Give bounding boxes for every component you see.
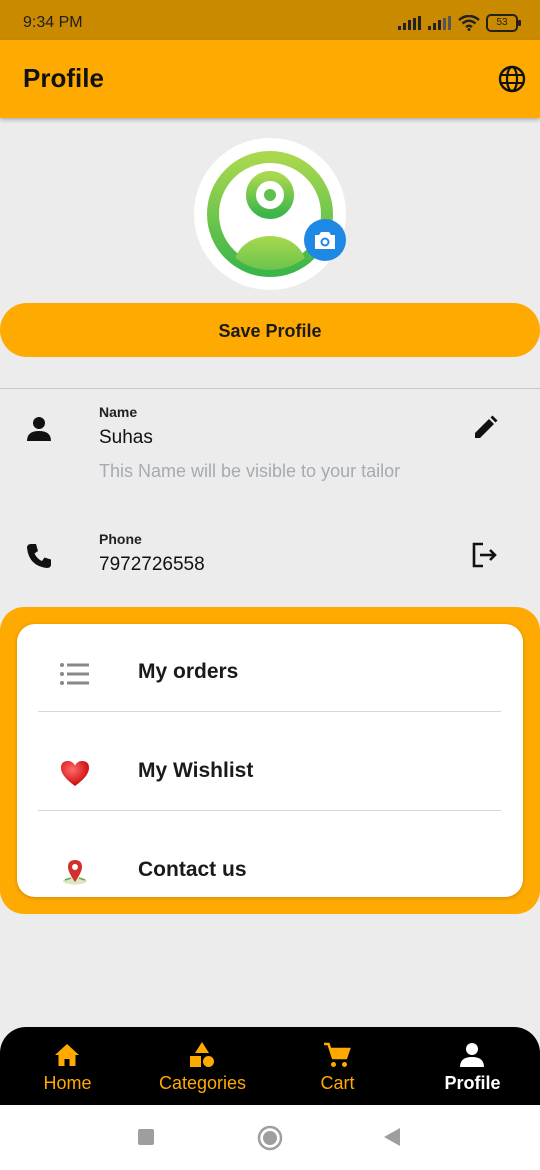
system-nav-bar [0, 1105, 540, 1170]
page-title: Profile [23, 63, 104, 93]
divider [0, 388, 540, 389]
menu-item-contact-us[interactable]: Contact us [17, 822, 523, 921]
nav-item-home[interactable]: Home [0, 1027, 135, 1105]
back-icon[interactable] [383, 1127, 401, 1147]
bottom-nav: Home Categories Cart Profile [0, 1027, 540, 1105]
phone-icon [27, 544, 51, 568]
menu-item-label: My orders [138, 660, 239, 683]
battery-icon: 53 [486, 14, 521, 32]
logout-icon[interactable] [471, 541, 499, 569]
user-avatar-icon [207, 151, 333, 277]
status-time: 9:34 PM [23, 14, 83, 31]
save-profile-button[interactable]: Save Profile [0, 303, 540, 357]
person-icon [27, 417, 51, 441]
heart-icon [61, 761, 89, 786]
nav-label: Home [43, 1073, 92, 1093]
globe-icon[interactable] [498, 65, 526, 93]
nav-item-profile[interactable]: Profile [405, 1027, 540, 1105]
nav-item-categories[interactable]: Categories [135, 1027, 270, 1105]
status-icons: 53 [398, 13, 521, 33]
name-value[interactable]: Suhas [99, 427, 153, 449]
camera-icon [315, 232, 335, 249]
menu-item-label: My Wishlist [138, 759, 254, 782]
home-icon [55, 1044, 79, 1066]
nav-label: Cart [320, 1073, 355, 1093]
avatar[interactable] [194, 138, 346, 290]
name-hint: This Name will be visible to your tailor [99, 461, 401, 481]
divider [38, 810, 501, 811]
cellular-signal-2-icon [428, 16, 451, 30]
recents-icon[interactable] [137, 1128, 155, 1146]
menu-card: My orders My Wishlist Contact us [17, 624, 523, 897]
divider [38, 711, 501, 712]
person-icon [460, 1043, 484, 1067]
menu-item-label: Contact us [138, 858, 247, 881]
menu-item-my-wishlist[interactable]: My Wishlist [17, 723, 523, 822]
cart-icon [324, 1042, 351, 1067]
home-circle-icon[interactable] [257, 1125, 283, 1151]
wifi-icon [458, 15, 480, 31]
location-pin-icon [63, 860, 87, 885]
camera-button[interactable] [304, 219, 346, 261]
nav-item-cart[interactable]: Cart [270, 1027, 405, 1105]
app-bar: Profile [0, 40, 540, 118]
phone-value: 7972726558 [99, 554, 205, 575]
list-icon [60, 663, 89, 685]
menu-item-my-orders[interactable]: My orders [17, 624, 523, 723]
edit-pencil-icon[interactable] [471, 414, 499, 442]
name-label: Name [99, 404, 138, 420]
status-bar: 9:34 PM 53 [0, 0, 540, 40]
nav-label: Profile [444, 1073, 501, 1093]
nav-label: Categories [158, 1073, 247, 1093]
phone-label: Phone [99, 531, 142, 547]
cellular-signal-icon [398, 16, 421, 30]
shapes-icon [190, 1042, 214, 1067]
